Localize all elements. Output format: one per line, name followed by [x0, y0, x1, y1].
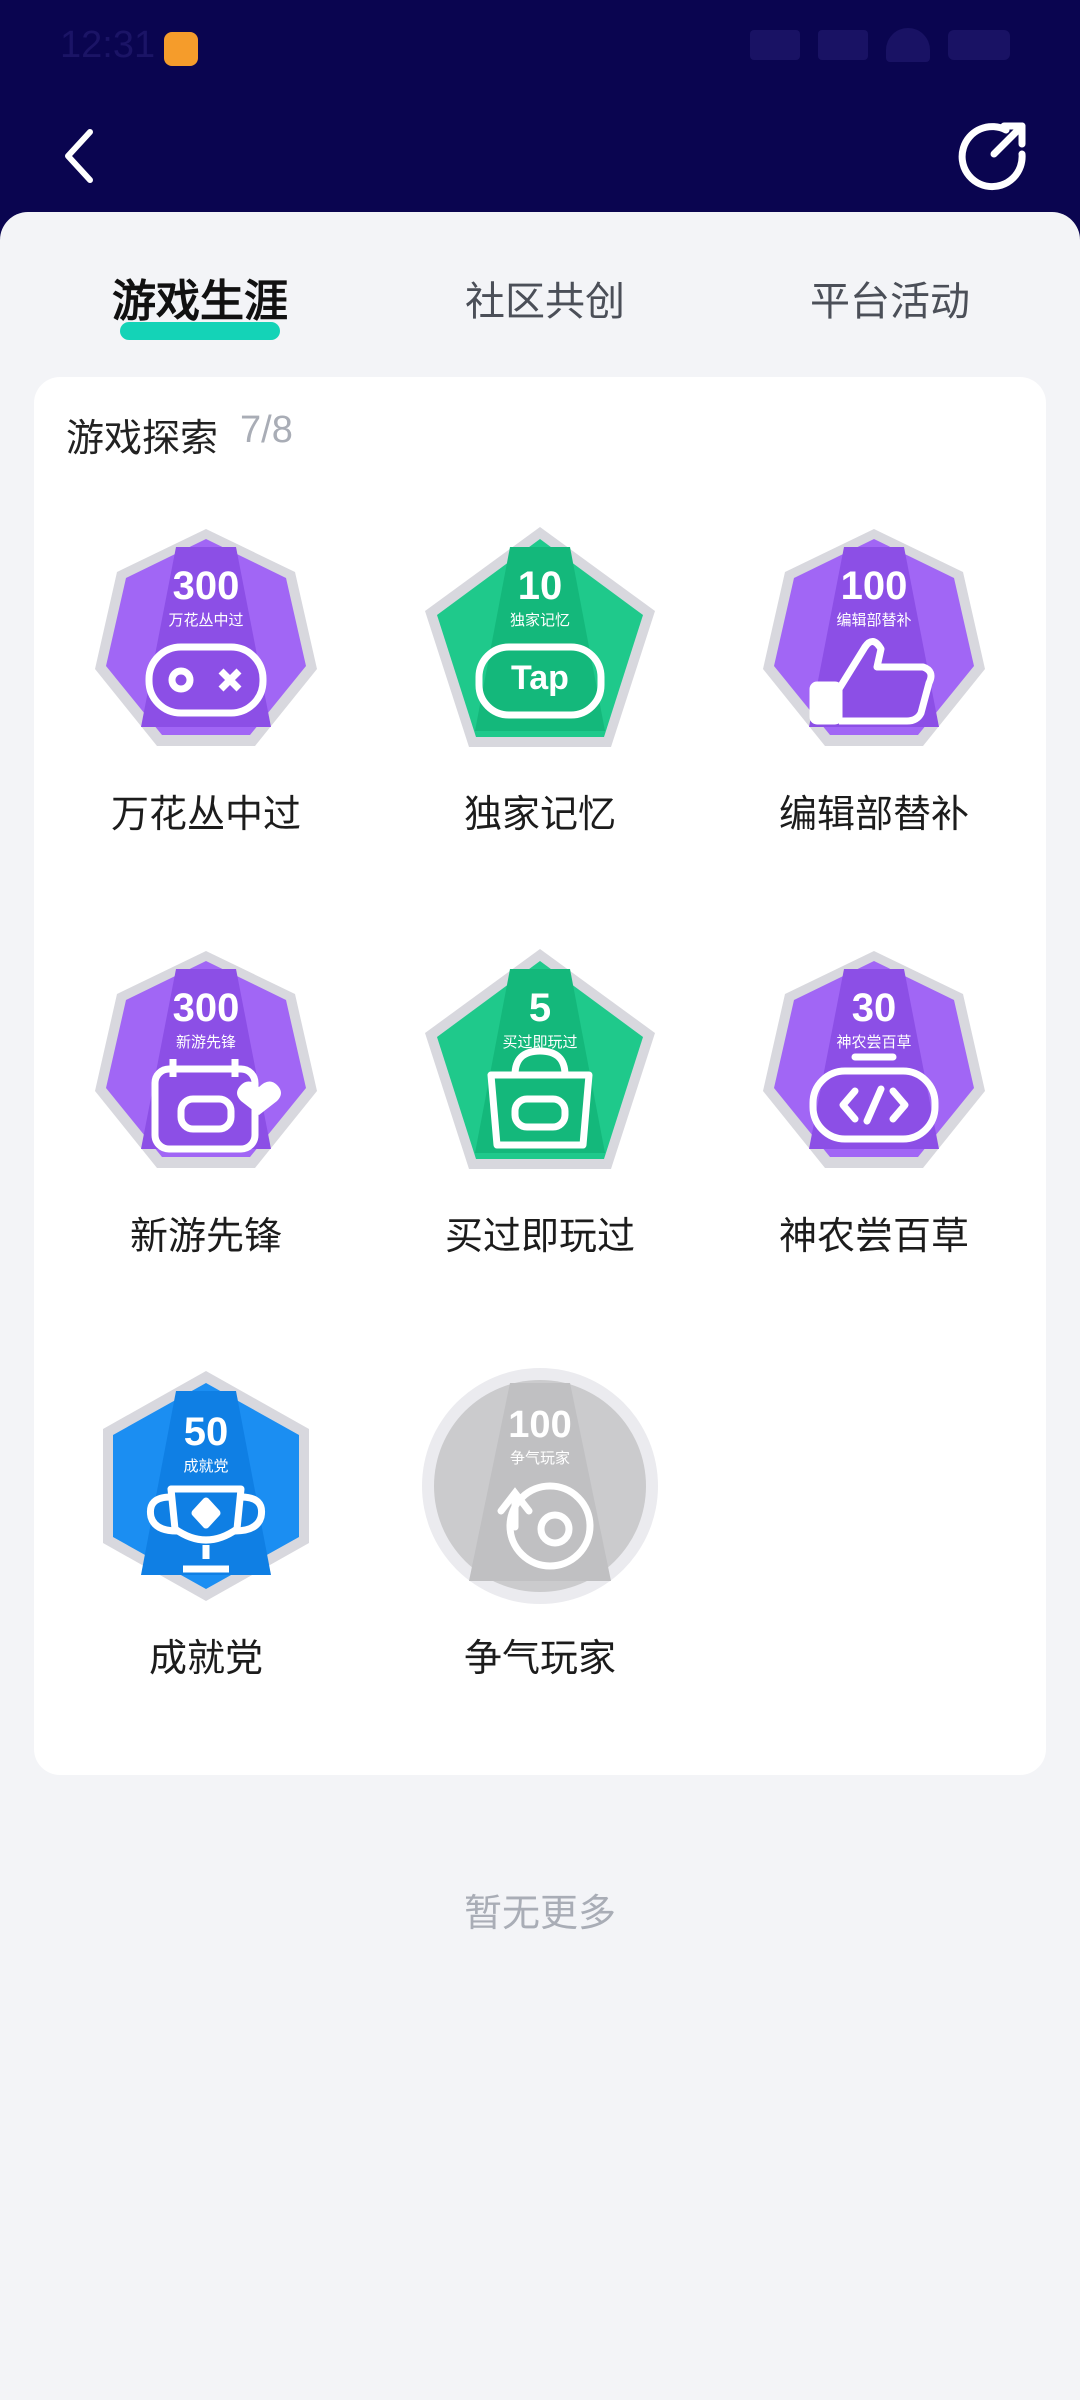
no-more-text: 暂无更多: [463, 1891, 616, 1935]
badge-graphic: 300 新游先锋: [95, 951, 317, 1168]
badge-graphic: 10 独家记忆 Tap: [425, 527, 655, 747]
badge-graphic: 30 神农尝百草: [763, 951, 985, 1168]
badge-graphic: 100 争气玩家: [422, 1368, 658, 1604]
tab-community[interactable]: 社区共创: [445, 252, 645, 352]
badge-graphic: 5 买过即玩过: [425, 949, 655, 1169]
status-icons: [750, 28, 1010, 62]
tab-bar: 游戏生涯 社区共创 平台活动: [0, 252, 1080, 352]
badge-caption: 编辑部替补: [836, 611, 911, 629]
badge-item[interactable]: 300 万花丛中过 万花丛中过: [76, 517, 336, 838]
badge-caption: 万花丛中过: [168, 611, 243, 629]
section-count: 7/8: [240, 409, 293, 451]
signal-icon: [818, 30, 868, 60]
badge-caption: 新游先锋: [176, 1033, 236, 1051]
badge-caption: 争气玩家: [510, 1449, 570, 1467]
badge-item[interactable]: 100 争气玩家 争气玩家: [410, 1361, 670, 1682]
badge-label: 编辑部替补: [778, 792, 969, 836]
battery-icon: [948, 30, 1010, 60]
badge-label: 买过即玩过: [444, 1214, 635, 1258]
badge-number: 50: [184, 1410, 229, 1454]
status-time: 12:31: [60, 24, 156, 66]
badge-number: 300: [173, 986, 240, 1030]
badge-caption: 成就党: [183, 1457, 228, 1475]
badge-graphic: 300 万花丛中过: [95, 529, 317, 746]
status-bar: 12:31: [0, 0, 1080, 96]
badge-item[interactable]: 300 新游先锋 新游先锋: [76, 939, 336, 1260]
badge-number: 10: [518, 564, 563, 608]
section-title: 游戏探索: [66, 416, 219, 460]
badge-label: 新游先锋: [129, 1214, 282, 1258]
badge-label: 独家记忆: [463, 792, 616, 836]
badge-graphic: 100 编辑部替补: [763, 529, 985, 746]
tab-platform-activity[interactable]: 平台活动: [790, 252, 990, 352]
badge-label: 万花丛中过: [110, 792, 301, 836]
back-arrow-icon: [65, 129, 93, 183]
badge-caption: 神农尝百草: [836, 1033, 911, 1051]
back-button[interactable]: [50, 116, 130, 196]
badge-number: 100: [508, 1404, 571, 1446]
signal-icon: [750, 30, 800, 60]
share-button[interactable]: [950, 114, 1034, 198]
tab-game-career[interactable]: 游戏生涯: [100, 252, 300, 352]
top-bar: [0, 96, 1080, 216]
badge-caption: 独家记忆: [510, 611, 570, 629]
wifi-icon: [886, 28, 930, 62]
badge-item[interactable]: 5 买过即玩过 买过即玩过: [410, 939, 670, 1260]
badge-number: 300: [173, 564, 240, 608]
badge-label: 争气玩家: [463, 1636, 616, 1680]
badge-item[interactable]: 50 成就党 成就党: [76, 1361, 336, 1682]
badge-label: 神农尝百草: [778, 1214, 969, 1258]
badge-section-card: 游戏探索 7/8 300 万花丛中过 万花丛中过 10 独家记忆 Tap 独家记…: [34, 377, 1046, 1775]
share-icon: [958, 122, 1026, 191]
badge-item[interactable]: 30 神农尝百草 神农尝百草: [744, 939, 1004, 1260]
tab-label: 社区共创: [465, 279, 625, 325]
tab-label: 平台活动: [810, 279, 970, 325]
badge-graphic: 50 成就党: [103, 1371, 309, 1601]
badge-number: 5: [529, 986, 551, 1030]
content-sheet: 游戏生涯 社区共创 平台活动 游戏探索 7/8 300 万花丛中过 万花丛中过: [0, 212, 1080, 2400]
svg-text:Tap: Tap: [511, 659, 569, 697]
badge-item[interactable]: 10 独家记忆 Tap 独家记忆: [410, 517, 670, 838]
notification-app-icon: [164, 32, 198, 66]
badge-label: 成就党: [148, 1636, 263, 1680]
badge-item[interactable]: 100 编辑部替补 编辑部替补: [744, 517, 1004, 838]
tab-label: 游戏生涯: [112, 276, 288, 327]
badge-number: 30: [852, 986, 897, 1030]
badge-number: 100: [841, 564, 908, 608]
